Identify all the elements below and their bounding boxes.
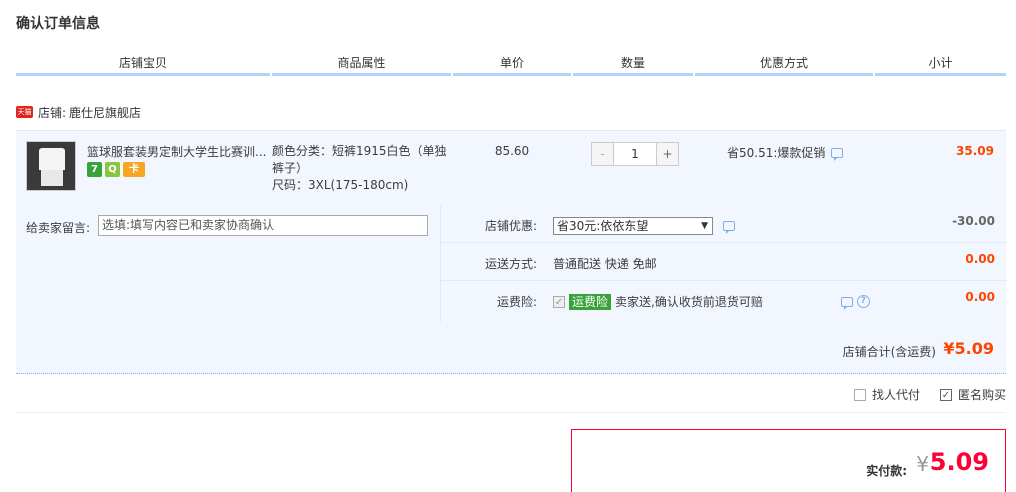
col-header-subtotal: 小计	[875, 52, 1006, 76]
size-property: 尺码：3XL(175-180cm)	[272, 178, 409, 192]
col-header-item: 店铺宝贝	[16, 52, 270, 76]
discount-selected: 省30元:依依东望	[557, 219, 649, 233]
final-label: 实付款:	[866, 464, 907, 478]
shop-total-value: ¥5.09	[943, 339, 994, 358]
color-property: 颜色分类：短裤1915白色（单独裤子）	[272, 144, 447, 175]
item-name-link[interactable]: 篮球服套装男定制大学生比赛训...	[87, 143, 272, 160]
dropdown-arrow-icon: ▼	[701, 221, 708, 231]
promo-info: 省50.51:爆款促销	[727, 144, 844, 161]
unit-price: 85.60	[494, 144, 530, 158]
order-item-row: 篮球服套装男定制大学生比赛训... 7 Q 卡 颜色分类：短裤1915白色（单独…	[16, 130, 1006, 205]
shop-total-label: 店铺合计(含运费)	[842, 345, 936, 359]
service-tags: 7 Q 卡	[87, 162, 145, 177]
quantity-stepper: - 1 +	[591, 142, 679, 166]
item-subtotal: 35.09	[956, 144, 994, 158]
memo-label: 给卖家留言:	[26, 221, 91, 235]
proxy-pay-label: 找人代付	[871, 388, 920, 402]
page-title: 确认订单信息	[16, 16, 100, 32]
insurance-badge: 运费险	[569, 293, 612, 310]
shipping-amount: 0.00	[965, 252, 995, 266]
col-header-qty: 数量	[573, 52, 693, 76]
order-extras: 给卖家留言: 选填:填写内容已和卖家协商确认 店铺优惠: 省30元:依依东望 ▼…	[16, 205, 1007, 322]
shop-total: 店铺合计(含运费) ¥5.09	[16, 322, 1006, 374]
divider	[16, 412, 1006, 413]
shop-header: 天猫 店铺: 鹿仕尼旗舰店	[16, 104, 141, 120]
order-options: 店铺优惠: 省30元:依依东望 ▼ -30.00 运送方式: 普通配送 快递 免…	[440, 205, 1007, 322]
shorts-image	[41, 170, 63, 186]
comment-icon[interactable]	[840, 296, 853, 310]
insurance-text: 卖家送,确认收货前退货可赔	[615, 295, 763, 309]
discount-select[interactable]: 省30元:依依东望 ▼	[553, 217, 713, 235]
final-amount: 5.09	[929, 448, 989, 476]
shop-name-link[interactable]: 鹿仕尼旗舰店	[69, 104, 141, 121]
final-currency: ¥	[916, 452, 929, 476]
proxy-pay-checkbox[interactable]	[853, 388, 866, 401]
shipping-value: 普通配送 快递 免邮	[553, 257, 657, 271]
table-header: 店铺宝贝 商品属性 单价 数量 优惠方式 小计	[16, 52, 1006, 76]
jersey-image	[39, 148, 65, 170]
anonymous-label: 匿名购买	[957, 388, 1006, 402]
col-header-price: 单价	[453, 52, 571, 76]
discount-amount: -30.00	[952, 214, 995, 228]
item-thumbnail[interactable]	[26, 141, 76, 191]
tmall-icon: 天猫	[16, 106, 33, 118]
qty-input[interactable]: 1	[614, 143, 656, 165]
col-header-promo: 优惠方式	[695, 52, 873, 76]
item-properties: 颜色分类：短裤1915白色（单独裤子） 尺码：3XL(175-180cm)	[272, 143, 452, 194]
qty-increase-button[interactable]: +	[656, 143, 678, 165]
discount-row: 店铺优惠: 省30元:依依东望 ▼ -30.00	[441, 205, 1007, 243]
insurance-row: 运费险: ✓ 运费险 卖家送,确认收货前退货可赔 ? 0.00	[441, 281, 1007, 319]
help-icon[interactable]: ?	[856, 295, 870, 308]
comment-icon[interactable]	[723, 221, 735, 234]
anonymous-checkbox[interactable]: ✓	[939, 388, 952, 401]
insurance-label: 运费险:	[496, 295, 537, 309]
shipping-label: 运送方式:	[484, 257, 537, 271]
seven-day-return-icon[interactable]: 7	[87, 162, 102, 177]
col-header-props: 商品属性	[272, 52, 451, 76]
discount-label: 店铺优惠:	[484, 219, 537, 233]
qty-decrease-button[interactable]: -	[592, 143, 614, 165]
payment-options: 找人代付 ✓ 匿名购买	[853, 386, 1006, 403]
credit-card-icon[interactable]: 卡	[123, 162, 145, 177]
shipping-row: 运送方式: 普通配送 快递 免邮 0.00	[441, 243, 1007, 281]
final-payment-box: 实付款: ¥ 5.09	[571, 429, 1006, 492]
promo-text: 省50.51:爆款促销	[727, 146, 826, 160]
memo-input[interactable]: 选填:填写内容已和卖家协商确认	[98, 215, 428, 236]
comment-icon[interactable]	[831, 147, 844, 161]
anonymous-option[interactable]: ✓ 匿名购买	[939, 386, 1006, 403]
insurance-checkbox[interactable]: ✓	[553, 295, 565, 308]
shop-label: 店铺:	[38, 105, 67, 120]
quality-icon[interactable]: Q	[105, 162, 120, 177]
memo-section: 给卖家留言: 选填:填写内容已和卖家协商确认	[16, 205, 440, 322]
proxy-pay-option[interactable]: 找人代付	[853, 386, 920, 403]
insurance-amount: 0.00	[965, 290, 995, 304]
